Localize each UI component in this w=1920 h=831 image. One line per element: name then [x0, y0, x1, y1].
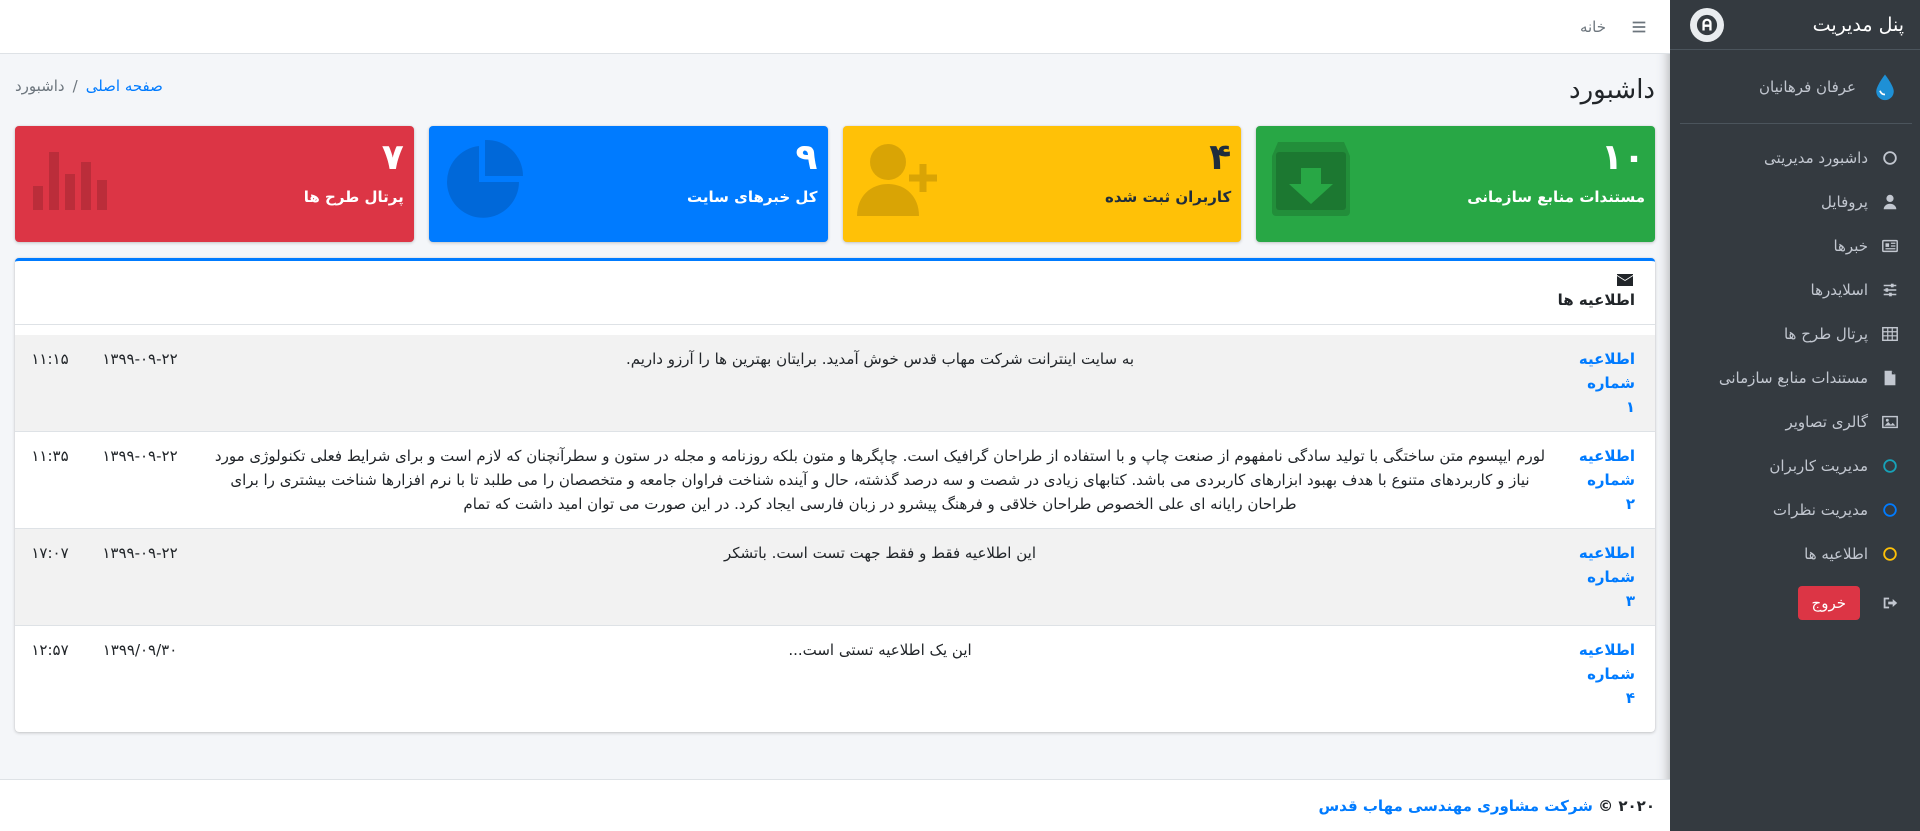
- notice-text-cell: به سایت اینترانت شرکت مهاب قدس خوش آمدید…: [195, 335, 1565, 432]
- logout-row: خروج: [1670, 576, 1920, 620]
- user-plus-icon: [856, 144, 937, 216]
- page-title: داشبورد: [1569, 75, 1655, 105]
- notice-title-cell[interactable]: اطلاعیه شماره ۲: [1565, 431, 1655, 529]
- stat-boxes: ۱۰ مستندات منابع سازمانی ۴ کاربران ثبت ش…: [15, 126, 1655, 242]
- notice-title-line2: شماره ۱: [1587, 374, 1635, 416]
- sidebar-item-notices[interactable]: اطلاعیه ها: [1670, 532, 1920, 576]
- envelope-icon: [1617, 274, 1633, 286]
- table-row[interactable]: اطلاعیه شماره ۲ لورم ایپسوم متن ساختگی ب…: [15, 431, 1655, 529]
- user-icon: [1878, 192, 1902, 212]
- table-row[interactable]: اطلاعیه شماره ۱ به سایت اینترانت شرکت مه…: [15, 335, 1655, 432]
- stat-box-portal[interactable]: ۷ پرتال طرح ها: [15, 126, 414, 242]
- stat-box-documents[interactable]: ۱۰ مستندات منابع سازمانی: [1256, 126, 1655, 242]
- sidebar-nav: داشبورد مدیریتی پروفایل خبرها اسلایدرها …: [1670, 124, 1920, 620]
- circle-outline-icon: [1878, 544, 1902, 564]
- notices-table: اطلاعیه شماره ۱ به سایت اینترانت شرکت مه…: [15, 335, 1655, 722]
- main-footer: ۲۰۲۰ © شرکت مشاوری مهندسی مهاب قدس: [0, 779, 1670, 831]
- notices-title: اطلاعیه ها: [1557, 291, 1635, 309]
- circle-outline-icon: [1878, 500, 1902, 520]
- breadcrumb-separator: /: [72, 77, 78, 95]
- stat-box-users[interactable]: ۴ کاربران ثبت شده: [842, 126, 1242, 242]
- notices-card: اطلاعیه ها اطلاعیه شماره ۱ به سایت اینتر…: [15, 258, 1655, 732]
- sidebar-item-label: مدیریت کاربران: [1769, 457, 1868, 475]
- notices-card-body: اطلاعیه شماره ۱ به سایت اینترانت شرکت مه…: [15, 325, 1655, 732]
- bar-chart-icon: [33, 152, 107, 210]
- sidebar-item-label: خبرها: [1833, 237, 1868, 255]
- notice-title-line1: اطلاعیه: [1578, 350, 1635, 368]
- notice-date-cell: ۱۳۹۹-۰۹-۲۲: [85, 528, 195, 626]
- notices-card-header: اطلاعیه ها: [15, 261, 1655, 325]
- footer-company-link[interactable]: شرکت مشاوری مهندسی مهاب قدس: [1318, 797, 1592, 815]
- sidebar-item-label: مدیریت نظرات: [1772, 501, 1868, 519]
- sidebar-item-label: داشبورد مدیریتی: [1764, 149, 1868, 167]
- content-wrapper: داشبورد صفحه اصلی / داشبورد ۱۰ مستندات م…: [0, 54, 1670, 732]
- notice-time-cell: ۱۲:۵۷: [15, 625, 85, 722]
- brand-logo-icon: [1690, 7, 1724, 42]
- logout-button[interactable]: خروج: [1797, 586, 1860, 620]
- sidebar-item-label: اسلایدرها: [1810, 281, 1868, 299]
- sidebar-item-portal[interactable]: پرتال طرح ها: [1670, 312, 1920, 356]
- sliders-icon: [1878, 280, 1902, 300]
- sidebar-item-sliders[interactable]: اسلایدرها: [1670, 268, 1920, 312]
- stat-box-news[interactable]: ۹ کل خبرهای سایت: [428, 126, 828, 242]
- hamburger-menu-icon[interactable]: [1628, 16, 1650, 38]
- notice-title-cell[interactable]: اطلاعیه شماره ۴: [1565, 625, 1655, 722]
- notice-text-cell: لورم ایپسوم متن ساختگی با تولید سادگی نا…: [195, 431, 1565, 529]
- notice-title-line2: شماره ۳: [1587, 568, 1635, 610]
- sidebar-item-news[interactable]: خبرها: [1670, 224, 1920, 268]
- table-icon: [1878, 324, 1902, 344]
- notice-title-line1: اطلاعیه: [1578, 447, 1635, 465]
- sidebar-item-documents[interactable]: مستندات منابع سازمانی: [1670, 356, 1920, 400]
- notice-text-cell: این یک اطلاعیه تستی است...: [195, 625, 1565, 722]
- breadcrumb-home-link[interactable]: صفحه اصلی: [86, 77, 163, 95]
- water-drop-icon: [1868, 70, 1902, 104]
- breadcrumb: صفحه اصلی / داشبورد: [15, 77, 163, 95]
- circle-outline-icon: [1878, 148, 1902, 168]
- notices-card-title: اطلاعیه ها: [35, 273, 1635, 309]
- notice-time-cell: ۱۷:۰۷: [15, 528, 85, 626]
- notice-date-cell: ۱۳۹۹/۰۹/۳۰: [85, 625, 195, 722]
- notice-title-line1: اطلاعیه: [1578, 544, 1635, 562]
- sidebar-item-gallery[interactable]: گالری تصاویر: [1670, 400, 1920, 444]
- home-link[interactable]: خانه: [1580, 18, 1606, 36]
- sidebar-item-comments[interactable]: مدیریت نظرات: [1670, 488, 1920, 532]
- image-icon: [1878, 412, 1902, 432]
- notice-title-line1: اطلاعیه: [1578, 641, 1635, 659]
- notice-title-line2: شماره ۲: [1587, 471, 1635, 513]
- newspaper-icon: [1878, 236, 1902, 256]
- notice-title-line2: شماره ۴: [1587, 665, 1635, 707]
- sidebar-item-profile[interactable]: پروفایل: [1670, 180, 1920, 224]
- table-row[interactable]: اطلاعیه شماره ۴ این یک اطلاعیه تستی است.…: [15, 625, 1655, 722]
- footer-copyright: ۲۰۲۰ ©: [1598, 796, 1655, 815]
- archive-icon: [1272, 142, 1351, 216]
- notice-text-cell: این اطلاعیه فقط و فقط جهت تست است. باتشک…: [195, 528, 1565, 626]
- sidebar-item-dashboard[interactable]: داشبورد مدیریتی: [1670, 136, 1920, 180]
- sign-out-icon: [1878, 593, 1902, 613]
- sidebar-item-label: گالری تصاویر: [1785, 413, 1868, 431]
- file-icon: [1878, 368, 1902, 388]
- top-navbar: خانه: [0, 0, 1670, 54]
- sidebar-item-label: اطلاعیه ها: [1804, 545, 1868, 563]
- pie-chart-icon: [446, 139, 523, 218]
- main-sidebar: پنل مدیریت عرفان فرهانیان داشبورد مدیریت…: [1670, 0, 1920, 831]
- notice-time-cell: ۱۱:۱۵: [15, 335, 85, 432]
- content-header: داشبورد صفحه اصلی / داشبورد: [15, 54, 1655, 126]
- sidebar-item-label: پرتال طرح ها: [1783, 325, 1868, 343]
- sidebar-item-users[interactable]: مدیریت کاربران: [1670, 444, 1920, 488]
- user-panel[interactable]: عرفان فرهانیان: [1680, 50, 1912, 124]
- user-name: عرفان فرهانیان: [1759, 77, 1856, 96]
- circle-outline-icon: [1878, 456, 1902, 476]
- sidebar-item-label: پروفایل: [1821, 193, 1868, 211]
- notice-date-cell: ۱۳۹۹-۰۹-۲۲: [85, 335, 195, 432]
- notice-date-cell: ۱۳۹۹-۰۹-۲۲: [85, 431, 195, 529]
- brand-link[interactable]: پنل مدیریت: [1670, 0, 1920, 50]
- notice-title-cell[interactable]: اطلاعیه شماره ۱: [1565, 335, 1655, 432]
- table-row[interactable]: اطلاعیه شماره ۳ این اطلاعیه فقط و فقط جه…: [15, 528, 1655, 626]
- breadcrumb-current: داشبورد: [15, 77, 65, 95]
- notice-time-cell: ۱۱:۳۵: [15, 431, 85, 529]
- notice-title-cell[interactable]: اطلاعیه شماره ۳: [1565, 528, 1655, 626]
- brand-text: پنل مدیریت: [1812, 13, 1904, 36]
- sidebar-item-label: مستندات منابع سازمانی: [1718, 369, 1868, 387]
